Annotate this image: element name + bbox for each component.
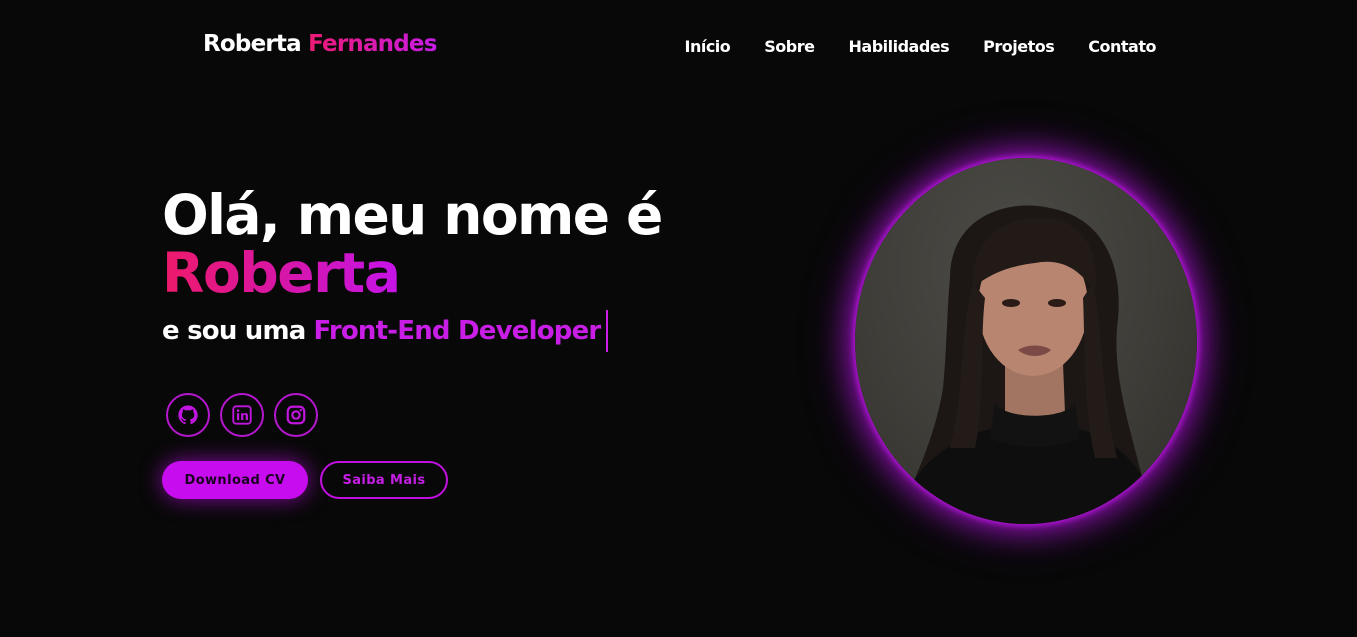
github-icon	[178, 405, 198, 425]
hero-actions: Download CV Saiba Mais	[162, 461, 448, 499]
linkedin-icon	[232, 405, 252, 425]
hero-subtitle: e sou uma Front-End Developer	[162, 310, 662, 352]
navbar: Roberta Fernandes Início Sobre Habilidad…	[0, 0, 1357, 95]
hero-role: Front-End Developer	[313, 316, 602, 346]
hero-subtitle-prefix: e sou uma	[162, 316, 306, 346]
hero-section: Olá, meu nome é Roberta e sou uma Front-…	[162, 183, 663, 352]
instagram-button[interactable]	[274, 393, 318, 437]
nav-link-sobre[interactable]: Sobre	[764, 37, 815, 56]
hero-name: Roberta	[162, 241, 401, 305]
site-logo[interactable]: Roberta Fernandes	[203, 31, 437, 57]
instagram-icon	[286, 405, 306, 425]
portrait-image	[895, 205, 1160, 524]
nav-link-inicio[interactable]: Início	[684, 37, 730, 56]
nav-link-projetos[interactable]: Projetos	[983, 37, 1055, 56]
logo-last-name: Fernandes	[308, 31, 437, 57]
nav-menu: Início Sobre Habilidades Projetos Contat…	[684, 37, 1156, 56]
typing-cursor	[606, 310, 609, 352]
profile-photo	[855, 158, 1197, 524]
saiba-mais-button[interactable]: Saiba Mais	[320, 461, 448, 499]
linkedin-button[interactable]	[220, 393, 264, 437]
hero-greeting: Olá, meu nome é	[162, 183, 663, 247]
logo-first-name: Roberta	[203, 31, 302, 57]
nav-link-habilidades[interactable]: Habilidades	[849, 37, 950, 56]
social-links	[166, 393, 318, 437]
download-cv-button[interactable]: Download CV	[162, 461, 308, 499]
github-button[interactable]	[166, 393, 210, 437]
nav-link-contato[interactable]: Contato	[1088, 37, 1156, 56]
